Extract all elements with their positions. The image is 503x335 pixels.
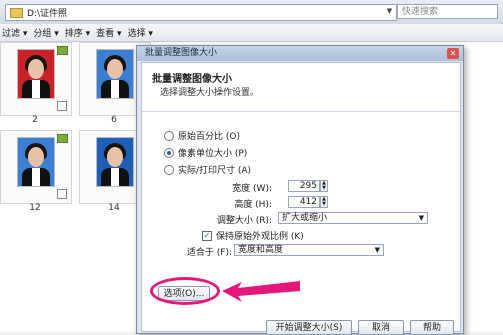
highlight-arrow — [222, 281, 300, 302]
